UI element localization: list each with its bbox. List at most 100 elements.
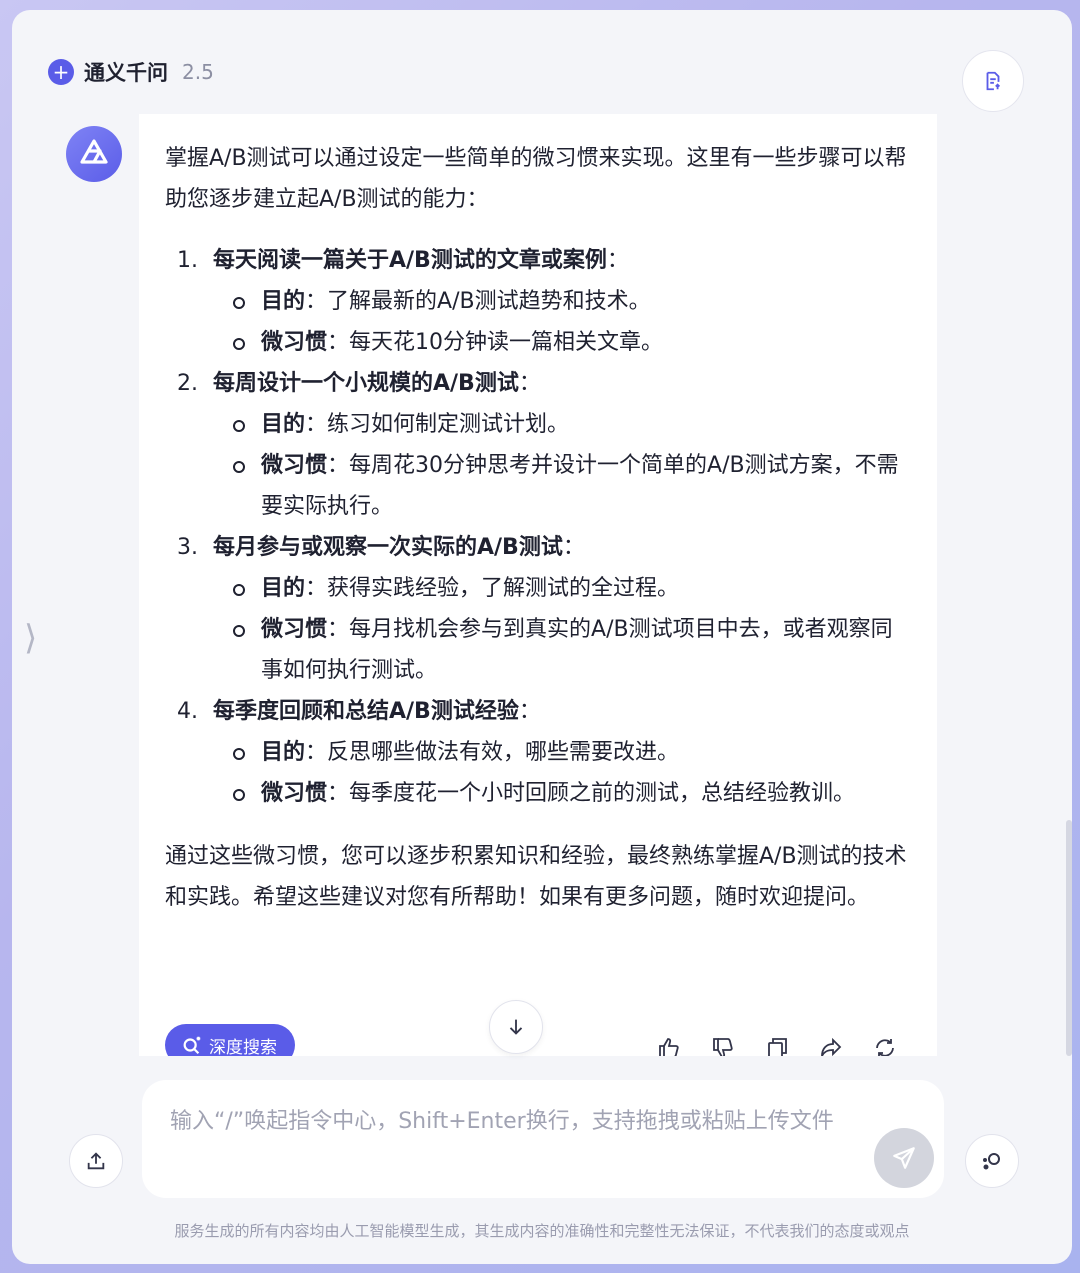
detail-separator: ： — [305, 412, 328, 437]
detail-label: 微习惯 — [261, 617, 328, 642]
assistant-avatar — [66, 126, 122, 182]
thumbs-up-button[interactable] — [655, 1034, 683, 1056]
step-title: 每周设计一个小规模的A/B测试 — [213, 371, 519, 396]
upload-icon — [87, 1152, 105, 1170]
step-item: 2. 每周设计一个小规模的A/B测试： 目的：练习如何制定测试计划。 微习惯：每周花3… — [165, 363, 911, 527]
document-export-button[interactable] — [962, 50, 1024, 112]
bullet-circle-icon — [233, 297, 245, 309]
detail-text: 每月找机会参与到真实的A/B测试项目中去，或者观察同事如何执行测试。 — [261, 617, 893, 683]
deep-search-button[interactable]: 深度搜索 — [165, 1024, 295, 1056]
assistant-message-card: 掌握A/B测试可以通过设定一些简单的微习惯来实现。这里有一些步骤可以帮助您逐步建… — [139, 114, 937, 1056]
message-outro: 通过这些微习惯，您可以逐步积累知识和经验，最终熟练掌握A/B测试的技术和实践。希… — [165, 844, 907, 910]
step-sublist: 目的：获得实践经验，了解测试的全过程。 微习惯：每月找机会参与到真实的A/B测试项… — [213, 568, 911, 691]
detail-separator: ： — [327, 330, 350, 355]
detail-label: 微习惯 — [261, 781, 328, 806]
search-sparkle-icon — [183, 1036, 201, 1055]
step-detail: 微习惯：每季度花一个小时回顾之前的测试，总结经验教训。 — [213, 773, 911, 814]
app-header: + 通义千问 2.5 — [48, 58, 214, 86]
bullet-circle-icon — [233, 420, 245, 432]
detail-text: 获得实践经验，了解测试的全过程。 — [327, 576, 680, 601]
detail-separator: ： — [327, 453, 350, 478]
step-colon: ： — [518, 699, 541, 724]
step-title: 每天阅读一篇关于A/B测试的文章或案例 — [213, 248, 607, 273]
step-detail: 微习惯：每月找机会参与到真实的A/B测试项目中去，或者观察同事如何执行测试。 — [213, 609, 911, 691]
regenerate-button[interactable] — [871, 1034, 899, 1056]
tools-button[interactable] — [965, 1134, 1019, 1188]
detail-label: 目的 — [261, 740, 306, 765]
chat-scrollbar[interactable] — [1066, 820, 1072, 1056]
send-button[interactable] — [874, 1128, 934, 1188]
step-number: 4. — [177, 699, 198, 724]
detail-label: 微习惯 — [261, 330, 328, 355]
deep-search-label: 深度搜索 — [209, 1037, 277, 1057]
copy-button[interactable] — [763, 1034, 791, 1056]
detail-separator: ： — [305, 289, 328, 314]
detail-text: 每天花10分钟读一篇相关文章。 — [349, 330, 664, 355]
detail-text: 练习如何制定测试计划。 — [327, 412, 570, 437]
new-chat-plus-icon[interactable]: + — [48, 59, 74, 85]
step-number: 2. — [177, 371, 198, 396]
detail-label: 目的 — [261, 576, 306, 601]
app-version: 2.5 — [182, 60, 214, 84]
detail-text: 反思哪些做法有效，哪些需要改进。 — [327, 740, 680, 765]
bullet-circle-icon — [233, 461, 245, 473]
document-icon — [986, 71, 1001, 91]
share-arrow-icon — [821, 1037, 842, 1056]
scroll-to-bottom-button[interactable] — [489, 1000, 543, 1054]
detail-separator: ： — [305, 576, 328, 601]
detail-separator: ： — [327, 617, 350, 642]
step-item: 3. 每月参与或观察一次实际的A/B测试： 目的：获得实践经验，了解测试的全过程。微… — [165, 527, 911, 691]
step-detail: 微习惯：每周花30分钟思考并设计一个简单的A/B测试方案，不需要实际执行。 — [213, 445, 911, 527]
detail-label: 目的 — [261, 289, 306, 314]
step-sublist: 目的：了解最新的A/B测试趋势和技术。 微习惯：每天花10分钟读一篇相关文章。 — [213, 281, 911, 363]
step-item: 4. 每季度回顾和总结A/B测试经验： 目的：反思哪些做法有效，哪些需要改进。 微习惯… — [165, 691, 911, 814]
step-detail: 目的：反思哪些做法有效，哪些需要改进。 — [213, 732, 911, 773]
bullet-circle-icon — [233, 338, 245, 350]
step-detail: 目的：获得实践经验，了解测试的全过程。 — [213, 568, 911, 609]
step-number: 3. — [177, 535, 198, 560]
message-input-box[interactable]: 输入“/”唤起指令中心，Shift+Enter换行，支持拖拽或粘贴上传文件 — [142, 1080, 944, 1198]
step-title: 每月参与或观察一次实际的A/B测试 — [213, 535, 563, 560]
bullet-circle-icon — [233, 789, 245, 801]
step-sublist: 目的：反思哪些做法有效，哪些需要改进。 微习惯：每季度花一个小时回顾之前的测试，总… — [213, 732, 911, 814]
thumbs-up-icon — [659, 1038, 679, 1056]
step-colon: ： — [562, 535, 585, 560]
bullet-circle-icon — [233, 748, 245, 760]
arrow-down-icon — [509, 1019, 523, 1035]
ai-disclaimer: 服务生成的所有内容均由人工智能模型生成，其生成内容的准确性和完整性无法保证，不代… — [174, 1222, 910, 1240]
detail-label: 微习惯 — [261, 453, 328, 478]
step-detail: 目的：了解最新的A/B测试趋势和技术。 — [213, 281, 911, 322]
steps-list: 1. 每天阅读一篇关于A/B测试的文章或案例： 目的：了解最新的A/B测试趋势和技术… — [165, 240, 911, 814]
sidebar-toggle-handle[interactable]: ⟩ — [24, 618, 37, 658]
bullet-circle-icon — [233, 625, 245, 637]
copy-icon — [768, 1038, 787, 1056]
step-detail: 微习惯：每天花10分钟读一篇相关文章。 — [213, 322, 911, 363]
step-colon: ： — [518, 371, 541, 396]
detail-text: 每周花30分钟思考并设计一个简单的A/B测试方案，不需要实际执行。 — [261, 453, 899, 519]
detail-text: 每季度花一个小时回顾之前的测试，总结经验教训。 — [349, 781, 856, 806]
app-title: 通义千问 — [84, 61, 168, 85]
assistant-logo-icon — [80, 139, 108, 164]
thumbs-down-button[interactable] — [709, 1034, 737, 1056]
detail-separator: ： — [327, 781, 350, 806]
send-icon — [893, 1147, 915, 1169]
dots-cluster-icon — [983, 1153, 1000, 1170]
share-button[interactable] — [817, 1034, 845, 1056]
message-intro: 掌握A/B测试可以通过设定一些简单的微习惯来实现。这里有一些步骤可以帮助您逐步建… — [165, 146, 907, 212]
thumbs-down-icon — [713, 1038, 733, 1056]
step-item: 1. 每天阅读一篇关于A/B测试的文章或案例： 目的：了解最新的A/B测试趋势和技术… — [165, 240, 911, 363]
step-detail: 目的：练习如何制定测试计划。 — [213, 404, 911, 445]
detail-text: 了解最新的A/B测试趋势和技术。 — [327, 289, 651, 314]
message-input-placeholder[interactable]: 输入“/”唤起指令中心，Shift+Enter换行，支持拖拽或粘贴上传文件 — [170, 1104, 870, 1140]
chat-window: + 通义千问 2.5 ⟩ 掌握A/B测试可以通过设定一些简单的微习惯来实现。这里… — [12, 10, 1072, 1264]
step-number: 1. — [177, 248, 198, 273]
bullet-circle-icon — [233, 584, 245, 596]
step-sublist: 目的：练习如何制定测试计划。 微习惯：每周花30分钟思考并设计一个简单的A/B测试… — [213, 404, 911, 527]
message-actions — [655, 1034, 899, 1056]
detail-separator: ： — [305, 740, 328, 765]
step-colon: ： — [606, 248, 629, 273]
step-title: 每季度回顾和总结A/B测试经验 — [213, 699, 519, 724]
refresh-icon — [876, 1039, 894, 1056]
detail-label: 目的 — [261, 412, 306, 437]
upload-file-button[interactable] — [69, 1134, 123, 1188]
